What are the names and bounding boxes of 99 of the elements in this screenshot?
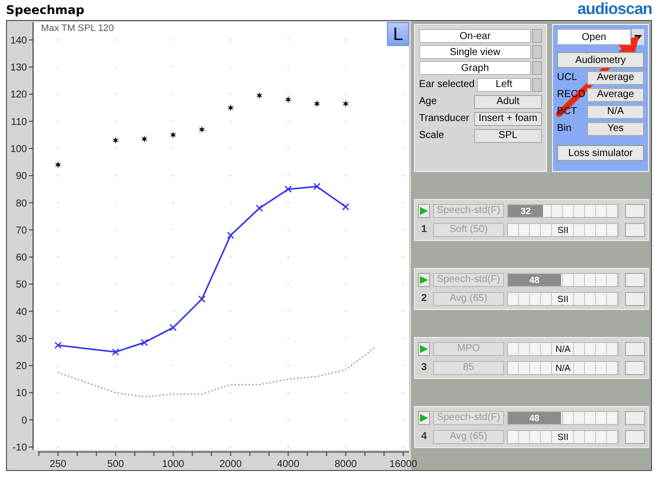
- audiometry-button[interactable]: Audiometry: [557, 52, 644, 68]
- y-tick-label: 50: [16, 280, 27, 291]
- field-value: SPL: [474, 128, 542, 142]
- play-icon: [420, 206, 428, 214]
- meter-reading: N/A: [554, 362, 572, 372]
- grid-button[interactable]: [625, 292, 645, 306]
- field-label: Scale: [419, 130, 446, 141]
- play-button[interactable]: [418, 204, 430, 218]
- brand-logo: audioscan: [577, 1, 652, 19]
- play-button[interactable]: [418, 272, 430, 286]
- field-value: N/A: [587, 104, 644, 118]
- meter-reading: SII: [556, 294, 570, 304]
- point: [112, 348, 120, 356]
- point: [313, 182, 321, 190]
- field-value: Adult: [474, 94, 542, 108]
- x-tick-label: 16000: [389, 459, 418, 470]
- test-number: 4: [420, 431, 428, 442]
- field-label: Bin: [557, 123, 572, 134]
- field-label: Transducer: [419, 113, 470, 124]
- point: [342, 203, 350, 210]
- point: [314, 100, 320, 108]
- button-handle[interactable]: [532, 45, 542, 59]
- y-tick-label: 0: [21, 415, 27, 426]
- y-tick-label: 90: [16, 171, 27, 182]
- grid-button[interactable]: [625, 204, 645, 218]
- point: [285, 96, 292, 104]
- ear-badge[interactable]: L: [387, 22, 409, 46]
- grid-button[interactable]: [625, 342, 645, 356]
- meter-reading: 48: [528, 412, 540, 422]
- point: [140, 338, 148, 346]
- point: [170, 131, 176, 138]
- point: [228, 104, 234, 112]
- point: [198, 296, 206, 303]
- field-label: Age: [419, 96, 438, 107]
- play-icon: [420, 276, 428, 284]
- x-tick-label: 2000: [220, 459, 242, 470]
- y-tick-label: 10: [16, 388, 27, 400]
- test-number: 3: [420, 362, 428, 373]
- play-icon: [420, 344, 428, 352]
- point: [284, 186, 292, 193]
- field-value: Insert + foam: [474, 112, 542, 126]
- test-number: 2: [420, 293, 428, 304]
- meter-reading: 32: [520, 206, 532, 216]
- y-tick-label: 110: [11, 116, 27, 128]
- grid-button[interactable]: [625, 430, 645, 444]
- loss-simulator-button[interactable]: Loss simulator: [557, 145, 644, 161]
- y-tick-label: -10: [12, 442, 27, 454]
- x-tick-label: 250: [50, 459, 66, 470]
- chart-caption: Max TM SPL 120: [41, 23, 114, 34]
- x-tick-label: 1000: [162, 459, 184, 470]
- point: [54, 161, 62, 168]
- grid-button[interactable]: [625, 272, 645, 286]
- y-tick-label: 70: [16, 225, 27, 236]
- field-value: Average: [587, 70, 644, 84]
- field-label: UCL: [557, 72, 578, 83]
- x-tick-label: 500: [107, 459, 124, 470]
- point: [169, 324, 177, 332]
- point: [54, 342, 62, 349]
- field-value: Average: [587, 88, 644, 102]
- y-tick-label: 100: [10, 144, 27, 155]
- y-tick-label: 20: [16, 361, 27, 372]
- point: [227, 232, 234, 239]
- field-value: Yes: [587, 122, 644, 136]
- y-tick-label: 140: [10, 35, 27, 46]
- y-tick-label: 30: [16, 334, 27, 345]
- point: [198, 126, 205, 134]
- meter-reading: N/A: [554, 344, 572, 354]
- meter-reading: SII: [556, 432, 570, 442]
- point: [256, 92, 263, 100]
- button-handle[interactable]: [532, 61, 542, 75]
- ear-dropdown[interactable]: Left: [477, 78, 531, 92]
- grid-button[interactable]: [625, 360, 645, 374]
- y-tick-label: 80: [16, 198, 27, 210]
- window-title: Speechmap: [6, 3, 84, 17]
- play-button[interactable]: [418, 342, 430, 356]
- test-number: 1: [420, 224, 428, 235]
- point: [256, 204, 264, 212]
- y-tick-label: 40: [16, 306, 27, 318]
- mode-button[interactable]: Single view: [419, 45, 531, 59]
- mode-button[interactable]: Graph: [419, 61, 531, 75]
- field-label: Ear selected: [419, 79, 476, 90]
- play-icon: [420, 414, 428, 422]
- y-tick-label: 120: [10, 90, 27, 101]
- meter-reading: SII: [556, 224, 570, 234]
- fit-dropdown[interactable]: Open: [557, 29, 631, 45]
- grid-button[interactable]: [625, 222, 645, 236]
- x-tick-label: 8000: [334, 459, 357, 470]
- meter-reading: 48: [528, 274, 540, 284]
- mode-button[interactable]: On-ear: [419, 29, 531, 43]
- button-handle[interactable]: [532, 29, 542, 43]
- y-tick-label: 60: [16, 252, 27, 264]
- play-button[interactable]: [418, 410, 430, 424]
- grid-button[interactable]: [625, 410, 645, 424]
- x-tick-label: 4000: [277, 459, 300, 470]
- y-tick-label: 130: [10, 62, 27, 74]
- point: [141, 135, 148, 143]
- button-handle[interactable]: [532, 78, 542, 92]
- point: [112, 136, 119, 144]
- point: [342, 100, 349, 108]
